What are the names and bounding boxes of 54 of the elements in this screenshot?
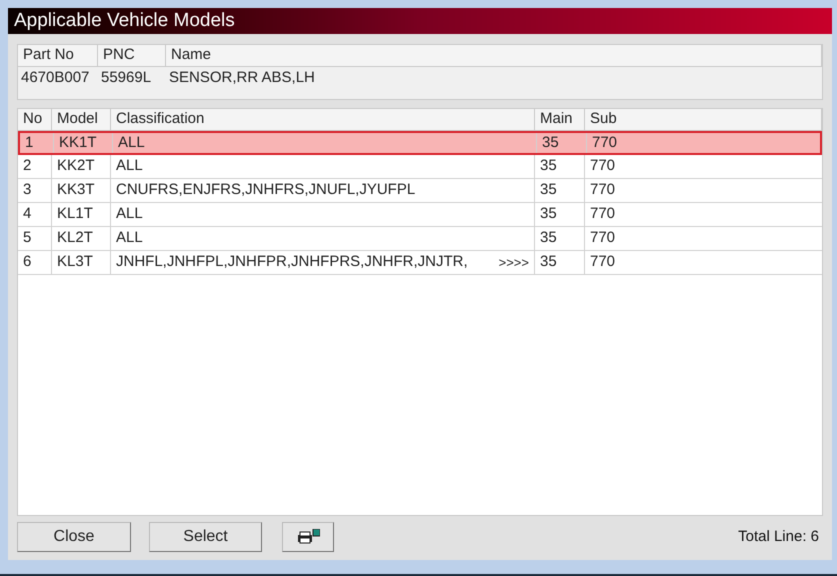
column-header[interactable]: No (18, 109, 52, 130)
table-cell-text: KK1T (59, 132, 97, 153)
table-cell-text: KK3T (57, 180, 95, 200)
column-header: Part No (18, 45, 98, 66)
field-value: SENSOR,RR ABS,LH (168, 68, 316, 88)
table-cell-text: ALL (116, 156, 143, 176)
table-cell-text: JNHFL,JNHFPL,JNHFPR,JNHFPRS,JNHFR,JNJTR, (116, 252, 468, 272)
dialog-button[interactable]: Select (149, 522, 262, 552)
table-row[interactable]: 3 KK3T CNUFRS,ENJFRS,JNHFRS,JNUFL,JYUFPL 35 770 (18, 179, 822, 203)
table-cell-text: 35 (540, 180, 557, 200)
table-cell-text: 35 (540, 156, 557, 176)
table-cell-text: KL1T (57, 204, 93, 224)
table-row[interactable]: 1 KK1T ALL 35 770 (18, 131, 822, 155)
table-cell-text: 35 (540, 252, 557, 272)
table-cell-text: KK2T (57, 156, 95, 176)
table-row[interactable]: 4 KL1T ALL 35 770 (18, 203, 822, 227)
table-cell-text: 770 (590, 204, 616, 224)
table-cell-text: 4 (23, 204, 32, 224)
total-line-count: Total Line: 6 (738, 526, 819, 547)
table-cell-text: 770 (590, 228, 616, 248)
column-header[interactable]: Main (535, 109, 585, 130)
column-header[interactable]: Classification (111, 109, 535, 130)
dialog-button[interactable]: Close (17, 522, 131, 552)
column-header[interactable]: Model (52, 109, 111, 130)
table-cell-text: ALL (116, 228, 143, 248)
table-cell-text: 770 (590, 180, 616, 200)
table-cell-text: ALL (118, 132, 145, 153)
field-value: 55969L (100, 68, 152, 88)
table-cell-text: 3 (23, 180, 32, 200)
table-cell-text: 770 (590, 252, 616, 272)
table-cell-text: 35 (540, 204, 557, 224)
table-cell-text: ALL (116, 204, 143, 224)
table-cell-text: 5 (23, 228, 32, 248)
table-cell-text: 6 (23, 252, 32, 272)
column-header: PNC (98, 45, 166, 66)
table-cell-text: KL3T (57, 252, 93, 272)
table-cell-text: 35 (540, 228, 557, 248)
table-cell-text: 770 (592, 132, 618, 153)
column-header[interactable]: Sub (585, 109, 822, 130)
window-title: Applicable Vehicle Models (8, 8, 832, 34)
column-header: Name (166, 45, 822, 66)
table-cell-text: CNUFRS,ENJFRS,JNHFRS,JNUFL,JYUFPL (116, 180, 416, 200)
field-value: 4670B007 (20, 68, 90, 88)
print-button[interactable] (282, 522, 334, 552)
table-cell-text: 35 (542, 132, 559, 153)
table-row[interactable]: 6 KL3T JNHFL,JNHFPL,JNHFPR,JNHFPRS,JNHFR,JNJTR, >>>> 35 770 (18, 251, 822, 275)
table-cell-text: 1 (25, 132, 34, 153)
table-row[interactable]: 5 KL2T ALL 35 770 (18, 227, 822, 251)
table-cell-text: KL2T (57, 228, 93, 248)
table-cell-text: 770 (590, 156, 616, 176)
more-link[interactable]: >>>> (498, 252, 529, 272)
table-row[interactable]: 2 KK2T ALL 35 770 (18, 155, 822, 179)
printer-icon (296, 529, 320, 545)
table-cell-text: 2 (23, 156, 32, 176)
